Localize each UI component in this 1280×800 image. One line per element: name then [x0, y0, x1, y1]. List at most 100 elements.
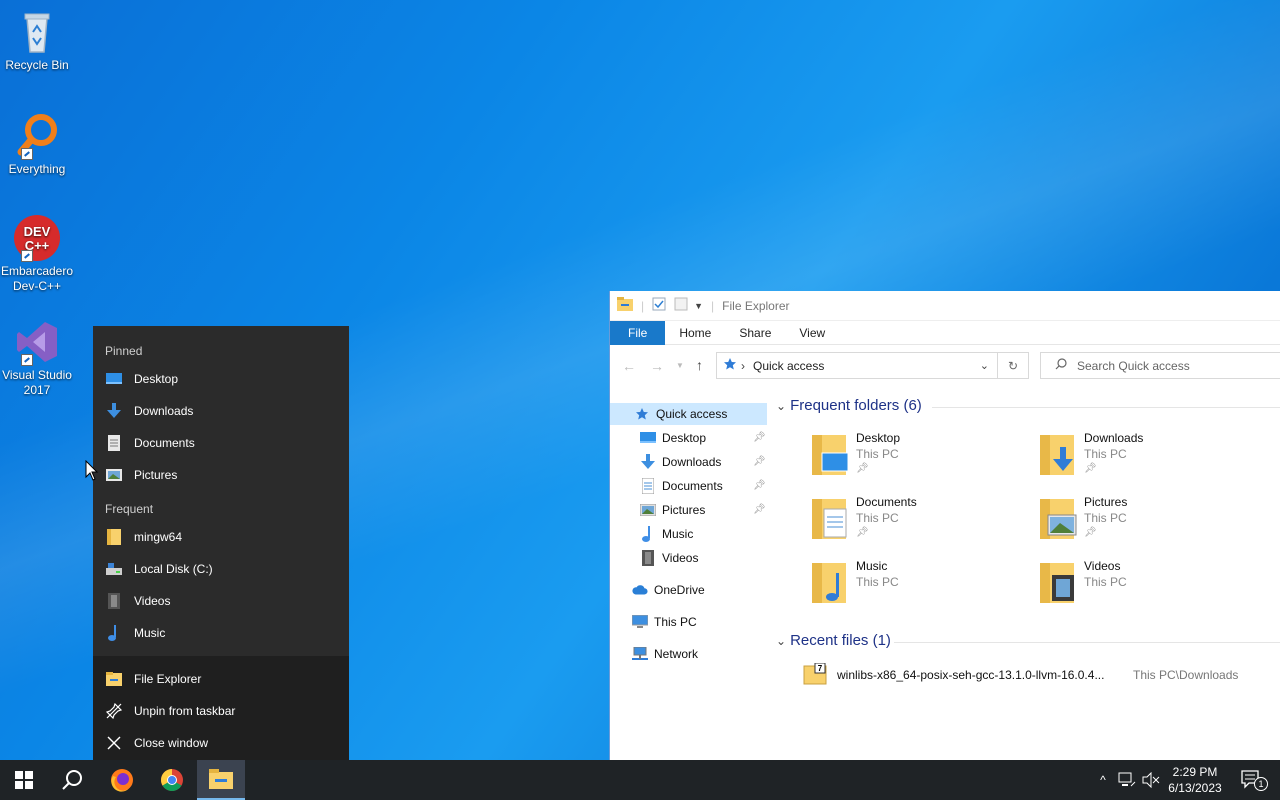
- jumplist-item-local-disk[interactable]: Local Disk (C:): [93, 554, 349, 584]
- download-arrow-icon: [105, 402, 123, 420]
- forward-arrow-icon[interactable]: →: [650, 358, 664, 374]
- jumplist-item-mingw64[interactable]: mingw64: [93, 522, 349, 552]
- taskbar-chrome[interactable]: [148, 760, 196, 800]
- desktop-icon-label: Visual Studio 2017: [2, 368, 72, 397]
- jumplist-item-music[interactable]: Music: [93, 618, 349, 648]
- folder-location: This PC: [856, 511, 899, 525]
- jumplist-item-downloads[interactable]: Downloads: [93, 396, 349, 426]
- breadcrumb-separator-icon: ›: [741, 358, 745, 373]
- jumplist-item-videos[interactable]: Videos: [93, 586, 349, 616]
- tab-home[interactable]: Home: [665, 321, 725, 345]
- desktop-icon-everything[interactable]: Everything: [0, 112, 74, 177]
- show-hidden-icons-button[interactable]: ^: [1094, 760, 1112, 800]
- new-folder-quick-icon[interactable]: [674, 297, 688, 314]
- folder-tile-pictures[interactable]: Pictures This PC 📌︎: [1038, 495, 1258, 551]
- frequent-header: Frequent: [105, 502, 154, 516]
- firefox-icon: [111, 769, 133, 792]
- notification-count-badge: 1: [1254, 777, 1268, 791]
- pictures-folder-icon: [1040, 499, 1077, 539]
- action-center-button[interactable]: 1: [1232, 760, 1272, 800]
- address-bar[interactable]: › Quick access ⌄: [716, 352, 998, 379]
- jumplist-label: Documents: [134, 436, 195, 450]
- jumplist-item-pictures[interactable]: Pictures: [93, 460, 349, 490]
- nav-item-this-pc[interactable]: This PC: [632, 611, 697, 633]
- nav-item-music[interactable]: Music: [640, 523, 693, 545]
- clock-date: 6/13/2023: [1168, 781, 1222, 795]
- nav-label: Documents: [662, 479, 723, 493]
- nav-item-documents[interactable]: Documents: [640, 475, 723, 497]
- documents-folder-icon: [812, 499, 847, 539]
- visual-studio-icon: [13, 318, 61, 366]
- folder-tile-desktop[interactable]: Desktop This PC 📌︎: [810, 431, 1030, 487]
- window-title: File Explorer: [722, 298, 790, 313]
- tab-view[interactable]: View: [785, 321, 839, 345]
- properties-quick-icon[interactable]: [652, 297, 666, 314]
- desktop-icon-devcpp[interactable]: DEV C++ Embarcadero Dev-C++: [0, 214, 74, 294]
- tab-file[interactable]: File: [610, 320, 666, 345]
- up-arrow-icon[interactable]: ↑: [696, 357, 703, 373]
- taskbar-file-explorer[interactable]: [197, 760, 245, 800]
- folder-location: This PC: [856, 447, 899, 461]
- folder-tile-downloads[interactable]: Downloads This PC 📌︎: [1038, 431, 1258, 487]
- clock-time: 2:29 PM: [1172, 765, 1218, 779]
- devcpp-icon: DEV C++: [13, 214, 61, 262]
- jumplist-label: Videos: [134, 594, 171, 608]
- volume-button[interactable]: [1140, 760, 1162, 800]
- taskbar-jump-list: Pinned Desktop Downloads Documents Pictu…: [93, 326, 349, 760]
- search-button[interactable]: [48, 760, 96, 800]
- jumplist-action-unpin[interactable]: Unpin from taskbar: [93, 696, 349, 726]
- computer-icon: [632, 614, 648, 630]
- zip-archive-icon: 7: [803, 662, 827, 688]
- taskbar-firefox[interactable]: [98, 760, 146, 800]
- pin-icon: 📌︎: [753, 432, 766, 443]
- refresh-icon: ↻: [1007, 358, 1019, 373]
- start-button[interactable]: [0, 760, 48, 800]
- folder-tile-music[interactable]: Music This PC: [810, 559, 1030, 615]
- nav-item-pictures[interactable]: Pictures: [640, 499, 705, 521]
- search-box[interactable]: Search Quick access: [1040, 352, 1280, 379]
- desktop-icon-recycle-bin[interactable]: Recycle Bin: [0, 8, 74, 73]
- frequent-folders-header[interactable]: ⌄ Frequent folders (6): [776, 397, 922, 414]
- folder-location: This PC: [1084, 511, 1127, 525]
- nav-item-onedrive[interactable]: OneDrive: [632, 579, 705, 601]
- refresh-button[interactable]: ↻: [998, 352, 1029, 379]
- quick-access-star-icon: [634, 406, 650, 422]
- jumplist-action-close-window[interactable]: Close window: [93, 728, 349, 758]
- svg-text:7: 7: [818, 664, 823, 673]
- recent-locations-chevron-icon[interactable]: ▼: [676, 361, 684, 370]
- recent-file-name: winlibs-x86_64-posix-seh-gcc-13.1.0-llvm…: [837, 668, 1105, 682]
- recent-files-header[interactable]: ⌄ Recent files (1): [776, 632, 891, 649]
- nav-item-downloads[interactable]: Downloads: [640, 451, 721, 473]
- nav-item-quick-access[interactable]: Quick access: [634, 403, 727, 425]
- customize-toolbar-chevron-icon[interactable]: ▼: [694, 301, 703, 311]
- folder-tile-documents[interactable]: Documents This PC 📌︎: [810, 495, 1030, 551]
- jumplist-item-documents[interactable]: Documents: [93, 428, 349, 458]
- recycle-bin-icon: [13, 8, 61, 56]
- shortcut-arrow-icon: [21, 250, 33, 262]
- recent-file-row[interactable]: 7 winlibs-x86_64-posix-seh-gcc-13.1.0-ll…: [803, 662, 1273, 688]
- file-explorer-window: | ▼ | File Explorer File Home Share View…: [609, 291, 1280, 760]
- desktop-icon-visual-studio[interactable]: Visual Studio 2017: [0, 318, 74, 398]
- search-icon: [62, 770, 82, 790]
- jumplist-label: mingw64: [134, 530, 183, 544]
- address-dropdown-chevron-icon[interactable]: ⌄: [980, 359, 989, 372]
- network-status-button[interactable]: [1116, 760, 1138, 800]
- nav-item-network[interactable]: Network: [632, 643, 698, 665]
- pictures-icon: [640, 502, 656, 518]
- pin-icon: 📌︎: [753, 504, 766, 515]
- jumplist-action-file-explorer[interactable]: File Explorer: [93, 664, 349, 694]
- section-divider: [894, 642, 1280, 643]
- folder-tile-videos[interactable]: Videos This PC: [1038, 559, 1258, 615]
- jumplist-item-desktop[interactable]: Desktop: [93, 364, 349, 394]
- clock[interactable]: 2:29 PM 6/13/2023: [1160, 764, 1230, 796]
- nav-item-desktop[interactable]: Desktop: [640, 427, 706, 449]
- close-icon: [105, 734, 123, 752]
- nav-label: This PC: [654, 615, 697, 629]
- nav-item-videos[interactable]: Videos: [640, 547, 698, 569]
- nav-label: OneDrive: [654, 583, 705, 597]
- drive-icon: [105, 560, 123, 578]
- tab-share[interactable]: Share: [725, 321, 785, 345]
- jumplist-label: Pictures: [134, 468, 178, 482]
- file-explorer-icon: [209, 769, 233, 789]
- back-arrow-icon[interactable]: ←: [622, 358, 636, 374]
